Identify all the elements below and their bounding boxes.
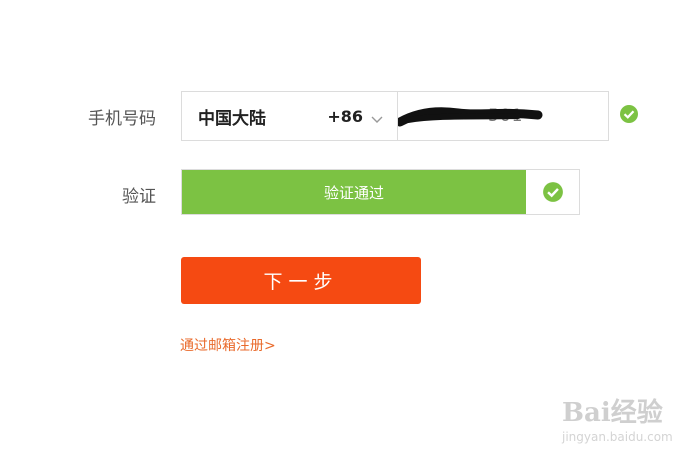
phone-label: 手机号码 <box>88 109 156 129</box>
baidu-jingyan-watermark: Bai经验 jingyan.baidu.com <box>562 382 694 452</box>
email-register-link[interactable]: 通过邮箱注册> <box>180 335 276 355</box>
verify-handle[interactable] <box>526 170 579 214</box>
region-select[interactable]: 中国大陆 +86 <box>182 92 398 140</box>
watermark-sub: jingyan.baidu.com <box>562 430 673 444</box>
verify-status: 验证通过 <box>182 170 526 214</box>
check-circle-icon <box>542 182 563 202</box>
chevron-down-icon <box>371 110 383 123</box>
region-code: +86 <box>327 106 363 126</box>
redaction-scribble <box>398 107 543 127</box>
phone-input[interactable]: 501 <box>398 92 608 140</box>
verify-slider[interactable]: 验证通过 <box>181 169 580 215</box>
region-name: 中国大陆 <box>198 108 266 129</box>
check-circle-icon <box>620 105 638 123</box>
next-step-button[interactable]: 下一步 <box>181 257 421 304</box>
watermark-text: Bai经验 <box>562 398 663 428</box>
verify-label: 验证 <box>122 187 156 207</box>
phone-field-group: 中国大陆 +86 501 <box>181 91 609 141</box>
